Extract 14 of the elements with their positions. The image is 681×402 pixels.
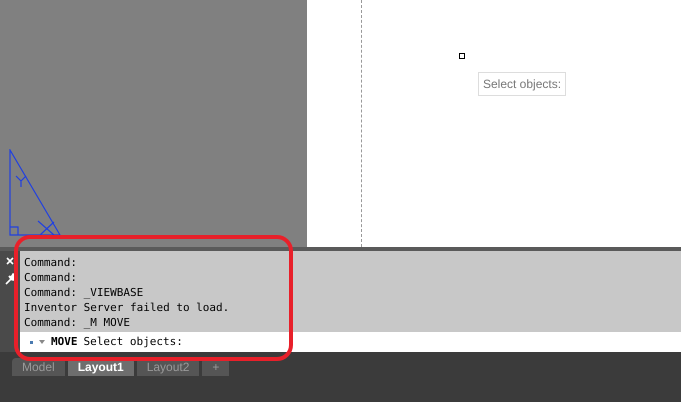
- close-icon[interactable]: [6, 257, 14, 265]
- history-line: Command:: [24, 255, 78, 270]
- history-line: Command: _M MOVE: [24, 315, 131, 330]
- grip-icon: [30, 340, 33, 344]
- cursor-pickbox-icon: [459, 53, 465, 59]
- command-prompt: Select objects:: [84, 334, 183, 350]
- caret-icon[interactable]: [39, 340, 45, 344]
- command-input-bar[interactable]: MOVE Select objects:: [20, 332, 681, 352]
- wrench-icon[interactable]: [4, 273, 16, 285]
- history-line: Inventor Server failed to load.: [24, 300, 230, 315]
- history-line: Command: _VIEWBASE: [24, 285, 144, 300]
- tooltip: Select objects:: [478, 72, 566, 96]
- history-line: Command:: [24, 270, 78, 285]
- command-name: MOVE: [51, 334, 78, 350]
